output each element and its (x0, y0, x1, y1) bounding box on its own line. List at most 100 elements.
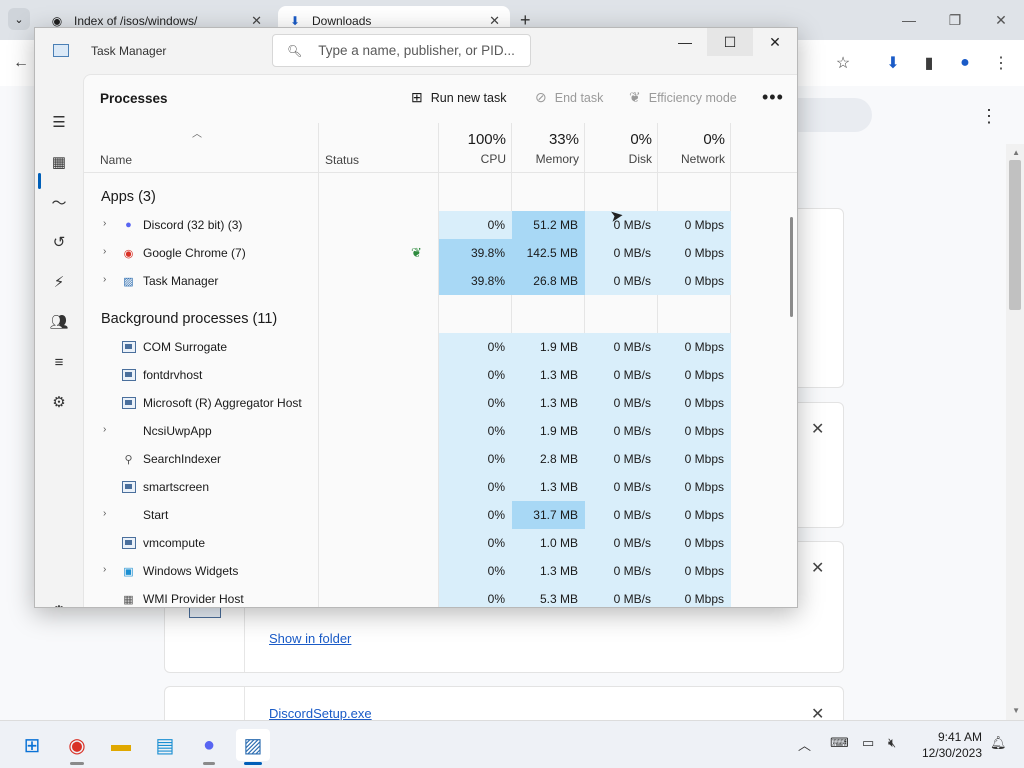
performance-nav-icon[interactable]: 〜 (45, 188, 73, 216)
expand-chevron-icon[interactable]: › (103, 424, 106, 435)
maximize-icon[interactable]: ☐ (707, 28, 753, 56)
process-row[interactable]: › ▨ Task Manager 39.8% 26.8 MB 0 MB/s 0 Mbps (84, 267, 797, 295)
cpu-value: 0% (439, 557, 512, 585)
active-indicator (244, 762, 262, 765)
expand-chevron-icon[interactable]: › (103, 564, 106, 575)
network-value: 0 Mbps (658, 473, 731, 501)
process-row[interactable]: › Start 0% 31.7 MB 0 MB/s 0 Mbps (84, 501, 797, 529)
profile-avatar-icon[interactable]: ● (952, 50, 978, 76)
network-value: 0 Mbps (658, 211, 731, 239)
efficiency-mode-button[interactable]: ❦ Efficiency mode (629, 89, 737, 106)
process-row[interactable]: COM Surrogate 0% 1.9 MB 0 MB/s 0 Mbps (84, 333, 797, 361)
scroll-down-arrow-icon[interactable]: ▼ (1012, 706, 1020, 715)
bookmark-star-icon[interactable]: ☆ (830, 50, 856, 76)
disk-value: 0 MB/s (585, 445, 658, 473)
network-total: 0% (703, 131, 725, 148)
column-header-status[interactable]: Status (325, 153, 359, 167)
end-task-label: End task (554, 90, 604, 105)
hamburger-menu-icon[interactable]: ☰ (45, 108, 73, 136)
downloads-menu-icon[interactable]: ⋮ (980, 106, 998, 127)
disk-label: Disk (628, 152, 652, 166)
settings-gear-icon[interactable]: ⚙ (45, 597, 73, 607)
process-search-input[interactable] (318, 43, 519, 58)
wmi-icon: ▦ (123, 593, 134, 606)
run-new-task-label: Run new task (430, 90, 507, 105)
memory-value: 26.8 MB (512, 267, 585, 295)
process-row[interactable]: Microsoft (R) Aggregator Host 0% 1.3 MB 0 M… (84, 389, 797, 417)
file-explorer-icon[interactable]: ▬ (104, 729, 138, 761)
start-windows-icon[interactable]: ⊞ (15, 729, 49, 761)
expand-chevron-icon[interactable]: › (103, 274, 106, 285)
show-hidden-icons-chevron[interactable]: ︿ (798, 735, 811, 754)
process-row[interactable]: ⚲ SearchIndexer 0% 2.8 MB 0 MB/s 0 Mbps (84, 445, 797, 473)
expand-chevron-icon[interactable]: › (103, 218, 106, 229)
disk-value: 0 MB/s (585, 557, 658, 585)
restore-icon[interactable]: ❐ (932, 0, 978, 40)
disk-value: 0 MB/s (585, 389, 658, 417)
details-nav-icon[interactable]: ≡ (45, 348, 73, 376)
store-app-icon[interactable]: ▤ (148, 729, 182, 761)
download-file-link[interactable]: DiscordSetup.exe (269, 706, 372, 721)
processes-nav-icon[interactable]: ▦ (45, 148, 73, 176)
process-name: Discord (32 bit) (3) (143, 218, 243, 232)
window-app-icon (121, 396, 136, 410)
expand-chevron-icon[interactable]: › (103, 508, 106, 519)
column-header-network[interactable]: 0% Network (658, 131, 725, 166)
column-header-cpu[interactable]: 100% CPU (439, 131, 506, 166)
network-value: 0 Mbps (658, 585, 731, 607)
scroll-up-arrow-icon[interactable]: ▲ (1012, 148, 1020, 157)
tab-search-button[interactable]: ⌄ (8, 8, 30, 30)
discord-taskbar-icon[interactable]: ● (192, 729, 226, 761)
downloads-toolbar-icon[interactable]: ⬇ (880, 50, 906, 76)
memory-value: 1.3 MB (512, 361, 585, 389)
minimize-icon[interactable]: — (886, 0, 932, 40)
cpu-value: 39.8% (439, 239, 512, 267)
page-scrollbar-thumb[interactable] (1009, 160, 1021, 310)
process-row[interactable]: fontdrvhost 0% 1.3 MB 0 MB/s 0 Mbps (84, 361, 797, 389)
process-row[interactable]: ▦ WMI Provider Host 0% 5.3 MB 0 MB/s 0 Mbps (84, 585, 797, 607)
process-row[interactable]: › ◉ Google Chrome (7) ❦ 39.8% 142.5 MB 0 MB/s 0… (84, 239, 797, 267)
process-search-box[interactable]: 🔍︎ (272, 34, 531, 67)
keyboard-icon[interactable]: ⌨ (830, 735, 849, 751)
cpu-total: 100% (467, 131, 506, 148)
end-task-button[interactable]: ⊘ End task (535, 89, 603, 106)
back-arrow-icon[interactable]: ← (8, 50, 34, 76)
network-icon[interactable]: ▭ (862, 735, 874, 751)
process-name: NcsiUwpApp (143, 424, 212, 438)
services-nav-icon[interactable]: ⚙ (45, 388, 73, 416)
startup-apps-nav-icon[interactable]: ⚡︎ (45, 268, 73, 296)
more-options-icon[interactable]: ••• (762, 87, 784, 108)
minimize-icon[interactable]: — (662, 28, 708, 56)
app-history-nav-icon[interactable]: ↺ (45, 228, 73, 256)
run-new-task-button[interactable]: ⊞ Run new task (411, 89, 506, 106)
expand-chevron-icon[interactable]: › (103, 246, 106, 257)
process-row[interactable]: smartscreen 0% 1.3 MB 0 MB/s 0 Mbps (84, 473, 797, 501)
volume-muted-icon[interactable]: 🔇︎ (888, 735, 896, 751)
page-title: Processes (100, 91, 168, 106)
column-header-disk[interactable]: 0% Disk (585, 131, 652, 166)
task-manager-taskbar-icon[interactable]: ▨ (236, 729, 270, 761)
process-name: Start (143, 508, 169, 522)
tab-title: Index of /isos/windows/ (74, 14, 198, 28)
process-name: Microsoft (R) Aggregator Host (143, 396, 302, 410)
chrome-taskbar-icon[interactable]: ◉ (60, 729, 94, 761)
process-row[interactable]: › ▣ Windows Widgets 0% 1.3 MB 0 MB/s 0 Mbps (84, 557, 797, 585)
taskbar-clock[interactable]: 9:41 AM 12/30/2023 (916, 729, 982, 761)
close-icon[interactable]: ✕ (978, 0, 1024, 40)
users-nav-icon[interactable]: 👥︎ (45, 308, 73, 336)
cpu-value: 0% (439, 333, 512, 361)
show-in-folder-link[interactable]: Show in folder (269, 631, 351, 646)
process-row[interactable]: › NcsiUwpApp 0% 1.9 MB 0 MB/s 0 Mbps (84, 417, 797, 445)
close-icon[interactable]: ✕ (752, 28, 797, 56)
remove-download-icon[interactable]: ✕ (811, 419, 824, 439)
notification-bell-icon[interactable]: 🔔︎ (990, 735, 1007, 751)
process-list-scrollbar[interactable] (790, 217, 793, 317)
column-header-memory[interactable]: 33% Memory (512, 131, 579, 166)
clock-date: 12/30/2023 (921, 746, 982, 760)
column-header-name[interactable]: Name (100, 153, 132, 167)
process-row[interactable]: vmcompute 0% 1.0 MB 0 MB/s 0 Mbps (84, 529, 797, 557)
remove-download-icon[interactable]: ✕ (811, 558, 824, 578)
browser-menu-icon[interactable]: ⋮ (988, 50, 1014, 76)
side-panel-icon[interactable]: ▮ (916, 50, 942, 76)
process-row[interactable]: › ● Discord (32 bit) (3) 0% 51.2 MB 0 MB/s 0 M… (84, 211, 797, 239)
